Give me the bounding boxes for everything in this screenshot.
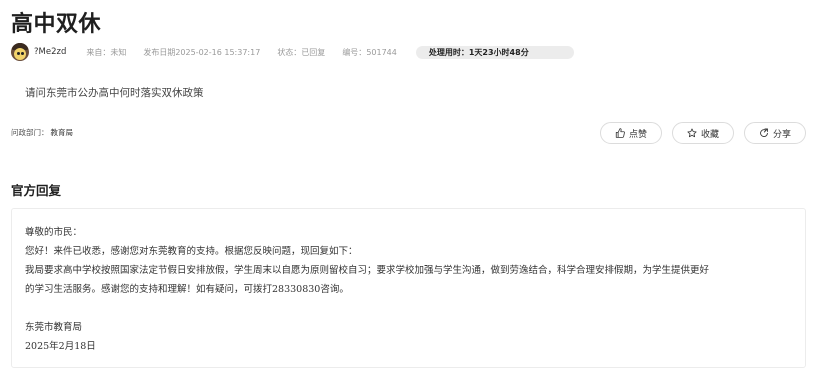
department: 问政部门： 教育局 — [11, 127, 73, 138]
official-reply-card: 尊敬的市民： 您好！来件已收悉，感谢您对东莞教育的支持。根据您反映问题，现回复如… — [11, 208, 806, 368]
number-label: 编号： — [342, 47, 367, 57]
source-label: 来自： — [86, 47, 111, 57]
like-label: 点赞 — [628, 129, 647, 140]
avatar[interactable] — [11, 43, 29, 61]
question-text: 请问东莞市公办高中何时落实双休政策 — [25, 87, 204, 99]
date-value: 2025-02-16 15:37:17 — [175, 47, 261, 57]
star-icon — [687, 128, 697, 138]
date-label: 发布日期 — [143, 47, 176, 57]
action-bar: 点赞 收藏 分享 — [600, 122, 806, 144]
source: 来自：未知 — [86, 47, 126, 58]
department-value: 教育局 — [50, 128, 74, 137]
favorite-label: 收藏 — [700, 129, 719, 140]
reply-line-2: 我局要求高中学校按照国家法定节假日安排放假，学生周末以自愿为原则留校自习；要求学… — [25, 265, 710, 276]
share-label: 分享 — [772, 129, 791, 140]
reply-line-1: 您好！来件已收悉，感谢您对东莞教育的支持。根据您反映问题，现回复如下： — [25, 246, 358, 257]
number-value: 501744 — [366, 47, 397, 57]
thumbs-up-icon — [615, 128, 625, 138]
post-number: 编号：501744 — [342, 47, 397, 58]
reply-date: 2025年2月18日 — [25, 341, 96, 352]
source-value: 未知 — [110, 47, 127, 57]
page-title: 高中双休 — [11, 12, 102, 37]
publish-date: 发布日期2025-02-16 15:37:17 — [143, 47, 260, 58]
reply-signature: 东莞市教育局 — [25, 322, 83, 333]
status-label: 状态： — [277, 47, 302, 57]
reply-line-3: 的学习生活服务。感谢您的支持和理解！如有疑问，可拨打28330830咨询。 — [25, 284, 349, 295]
status-value: 已回复 — [301, 47, 326, 57]
post-meta: ?Me2zd 来自：未知 发布日期2025-02-16 15:37:17 状态：… — [11, 42, 574, 62]
reply-greeting: 尊敬的市民： — [25, 227, 83, 238]
status: 状态：已回复 — [277, 47, 325, 58]
duration-badge: 处理用时：1天23小时48分 — [415, 45, 574, 59]
favorite-button[interactable]: 收藏 — [672, 122, 734, 144]
share-icon — [760, 128, 768, 137]
share-button[interactable]: 分享 — [744, 122, 806, 144]
official-reply-heading: 官方回复 — [11, 183, 62, 198]
username[interactable]: ?Me2zd — [34, 47, 66, 57]
department-label: 问政部门： — [11, 128, 49, 137]
like-button[interactable]: 点赞 — [600, 122, 662, 144]
